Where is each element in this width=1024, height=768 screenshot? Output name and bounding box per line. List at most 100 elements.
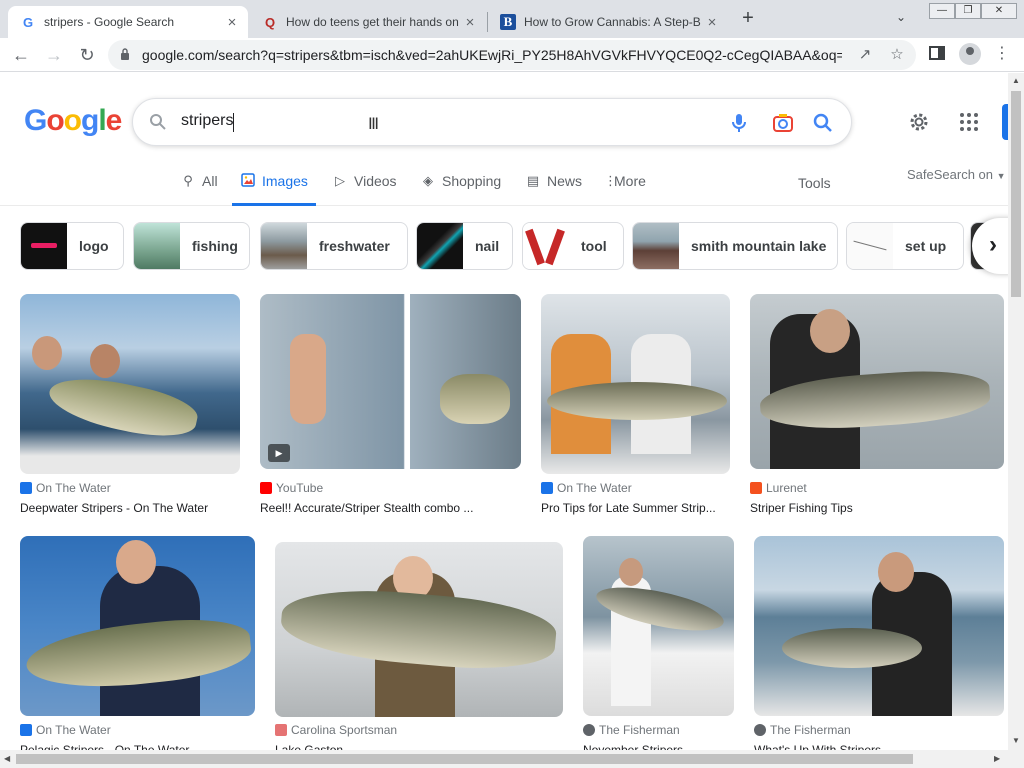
result-image[interactable] bbox=[583, 536, 734, 716]
result-source[interactable]: Carolina Sportsman bbox=[275, 723, 397, 737]
image-result[interactable]: The Fisherman November Stripers bbox=[583, 536, 734, 757]
url-text[interactable]: google.com/search?q=stripers&tbm=isch&ve… bbox=[142, 47, 842, 63]
horizontal-scrollbar[interactable]: ◀ ▶ bbox=[0, 750, 1024, 768]
tab-label: Videos bbox=[354, 173, 397, 189]
more-vert-icon: ⋮ bbox=[604, 173, 617, 188]
result-title[interactable]: Striper Fishing Tips bbox=[750, 501, 1004, 515]
chip-thumbnail bbox=[21, 223, 67, 269]
youtube-icon bbox=[260, 482, 272, 494]
back-arrow-icon[interactable]: ← bbox=[10, 44, 32, 66]
image-result[interactable]: On The Water Pelagic Stripers - On The W… bbox=[20, 536, 255, 757]
close-tab-icon[interactable]: × bbox=[702, 14, 722, 31]
tools-button[interactable]: Tools bbox=[798, 175, 831, 191]
result-title[interactable]: Reel!! Accurate/Striper Stealth combo ..… bbox=[260, 501, 521, 515]
tab-title: stripers - Google Search bbox=[44, 15, 175, 29]
minimize-button[interactable]: — bbox=[929, 3, 955, 19]
tab-news[interactable]: ▤ News bbox=[525, 173, 582, 206]
logo-letter: o bbox=[63, 104, 82, 137]
result-source[interactable]: On The Water bbox=[20, 481, 111, 495]
result-image[interactable] bbox=[20, 536, 255, 716]
chip-label: fishing bbox=[192, 238, 238, 254]
profile-avatar-icon[interactable] bbox=[959, 43, 981, 65]
close-window-button[interactable]: ✕ bbox=[981, 3, 1017, 19]
chip-set-up[interactable]: set up bbox=[846, 222, 964, 270]
browser-tab-cannabis[interactable]: B How to Grow Cannabis: A Step-B × bbox=[488, 6, 728, 38]
browser-tab-quora[interactable]: Q How do teens get their hands on × bbox=[250, 6, 486, 38]
search-submit-icon[interactable] bbox=[811, 111, 835, 135]
tab-images[interactable]: Images bbox=[232, 173, 316, 206]
chip-logo[interactable]: logo bbox=[20, 222, 124, 270]
text-cursor bbox=[233, 113, 234, 132]
google-apps-icon[interactable] bbox=[960, 113, 978, 131]
result-title[interactable]: Pro Tips for Late Summer Strip... bbox=[541, 501, 730, 515]
result-image[interactable] bbox=[754, 536, 1004, 716]
image-result[interactable]: On The Water Deepwater Stripers - On The… bbox=[20, 294, 240, 519]
search-input[interactable]: stripers bbox=[181, 112, 233, 130]
google-logo[interactable]: Google bbox=[24, 104, 123, 138]
image-result[interactable]: ▶ YouTube Reel!! Accurate/Striper Stealt… bbox=[260, 294, 521, 519]
image-result[interactable]: The Fisherman What's Up With Stripers bbox=[754, 536, 1004, 757]
search-tabs: ⚲ All Images ▷ Videos ◈ Shopping ▤ News … bbox=[0, 164, 1008, 206]
result-image[interactable] bbox=[750, 294, 1004, 469]
tab-label: News bbox=[547, 173, 583, 189]
reload-icon[interactable]: ↻ bbox=[76, 44, 98, 66]
maximize-button[interactable]: ❐ bbox=[955, 3, 981, 19]
bookmark-star-icon[interactable]: ☆ bbox=[888, 46, 906, 64]
tab-search-chevron-icon[interactable]: ⌄ bbox=[896, 10, 906, 24]
forward-arrow-icon[interactable]: → bbox=[43, 44, 65, 66]
scrollbar-thumb[interactable] bbox=[16, 754, 913, 764]
source-name: The Fisherman bbox=[599, 723, 680, 737]
result-title[interactable]: Deepwater Stripers - On The Water bbox=[20, 501, 240, 515]
browser-tab-google[interactable]: G stripers - Google Search × bbox=[8, 6, 248, 38]
chip-thumbnail bbox=[134, 223, 180, 269]
close-tab-icon[interactable]: × bbox=[222, 14, 242, 31]
scroll-left-arrow-icon[interactable]: ◀ bbox=[4, 754, 10, 763]
vertical-scrollbar[interactable]: ▲ ▼ bbox=[1008, 73, 1024, 750]
result-source[interactable]: The Fisherman bbox=[583, 723, 680, 737]
chip-freshwater[interactable]: freshwater bbox=[260, 222, 408, 270]
camera-lens-icon[interactable] bbox=[771, 111, 795, 135]
scrollbar-thumb[interactable] bbox=[1011, 91, 1021, 297]
image-result[interactable]: On The Water Pro Tips for Late Summer St… bbox=[541, 294, 730, 519]
result-source[interactable]: YouTube bbox=[260, 481, 323, 495]
tab-videos[interactable]: ▷ Videos bbox=[332, 173, 397, 206]
chip-smith-mountain-lake[interactable]: smith mountain lake bbox=[632, 222, 838, 270]
result-image[interactable] bbox=[275, 542, 563, 717]
chip-thumbnail bbox=[261, 223, 307, 269]
result-image[interactable] bbox=[541, 294, 730, 474]
address-bar[interactable]: google.com/search?q=stripers&tbm=isch&ve… bbox=[108, 40, 916, 70]
chip-label: logo bbox=[79, 238, 109, 254]
tab-shopping[interactable]: ◈ Shopping bbox=[420, 173, 501, 206]
source-name: On The Water bbox=[36, 481, 111, 495]
result-source[interactable]: On The Water bbox=[20, 723, 111, 737]
search-box[interactable]: stripers bbox=[132, 98, 852, 146]
side-panel-icon[interactable] bbox=[927, 44, 947, 64]
result-image[interactable]: ▶ bbox=[260, 294, 521, 469]
chip-fishing[interactable]: fishing bbox=[133, 222, 250, 270]
scroll-up-arrow-icon[interactable]: ▲ bbox=[1012, 76, 1020, 85]
close-tab-icon[interactable]: × bbox=[460, 14, 480, 31]
safesearch-dropdown[interactable]: SafeSearch on ▼ bbox=[907, 167, 1006, 182]
tab-all[interactable]: ⚲ All bbox=[180, 173, 217, 206]
tab-more[interactable]: ⋮ More bbox=[604, 173, 646, 206]
gear-icon[interactable] bbox=[907, 110, 931, 134]
image-result[interactable]: Lurenet Striper Fishing Tips bbox=[750, 294, 1004, 519]
image-result[interactable]: Carolina Sportsman Lake Gaston bbox=[275, 536, 563, 757]
lock-icon[interactable] bbox=[120, 48, 130, 60]
share-icon[interactable]: ↗ bbox=[856, 46, 874, 64]
google-g-icon: G bbox=[22, 14, 34, 30]
new-tab-button[interactable]: + bbox=[737, 8, 759, 30]
result-source[interactable]: On The Water bbox=[541, 481, 632, 495]
chip-nail[interactable]: nail bbox=[416, 222, 513, 270]
logo-letter: e bbox=[105, 104, 123, 137]
logo-letter: o bbox=[46, 104, 64, 137]
source-name: On The Water bbox=[36, 723, 111, 737]
browser-menu-icon[interactable]: ⋮ bbox=[992, 44, 1012, 64]
result-source[interactable]: Lurenet bbox=[750, 481, 807, 495]
result-image[interactable] bbox=[20, 294, 240, 474]
scroll-down-arrow-icon[interactable]: ▼ bbox=[1012, 736, 1020, 745]
scroll-right-arrow-icon[interactable]: ▶ bbox=[994, 754, 1000, 763]
microphone-icon[interactable] bbox=[727, 111, 751, 135]
chip-tool[interactable]: tool bbox=[522, 222, 624, 270]
result-source[interactable]: The Fisherman bbox=[754, 723, 851, 737]
